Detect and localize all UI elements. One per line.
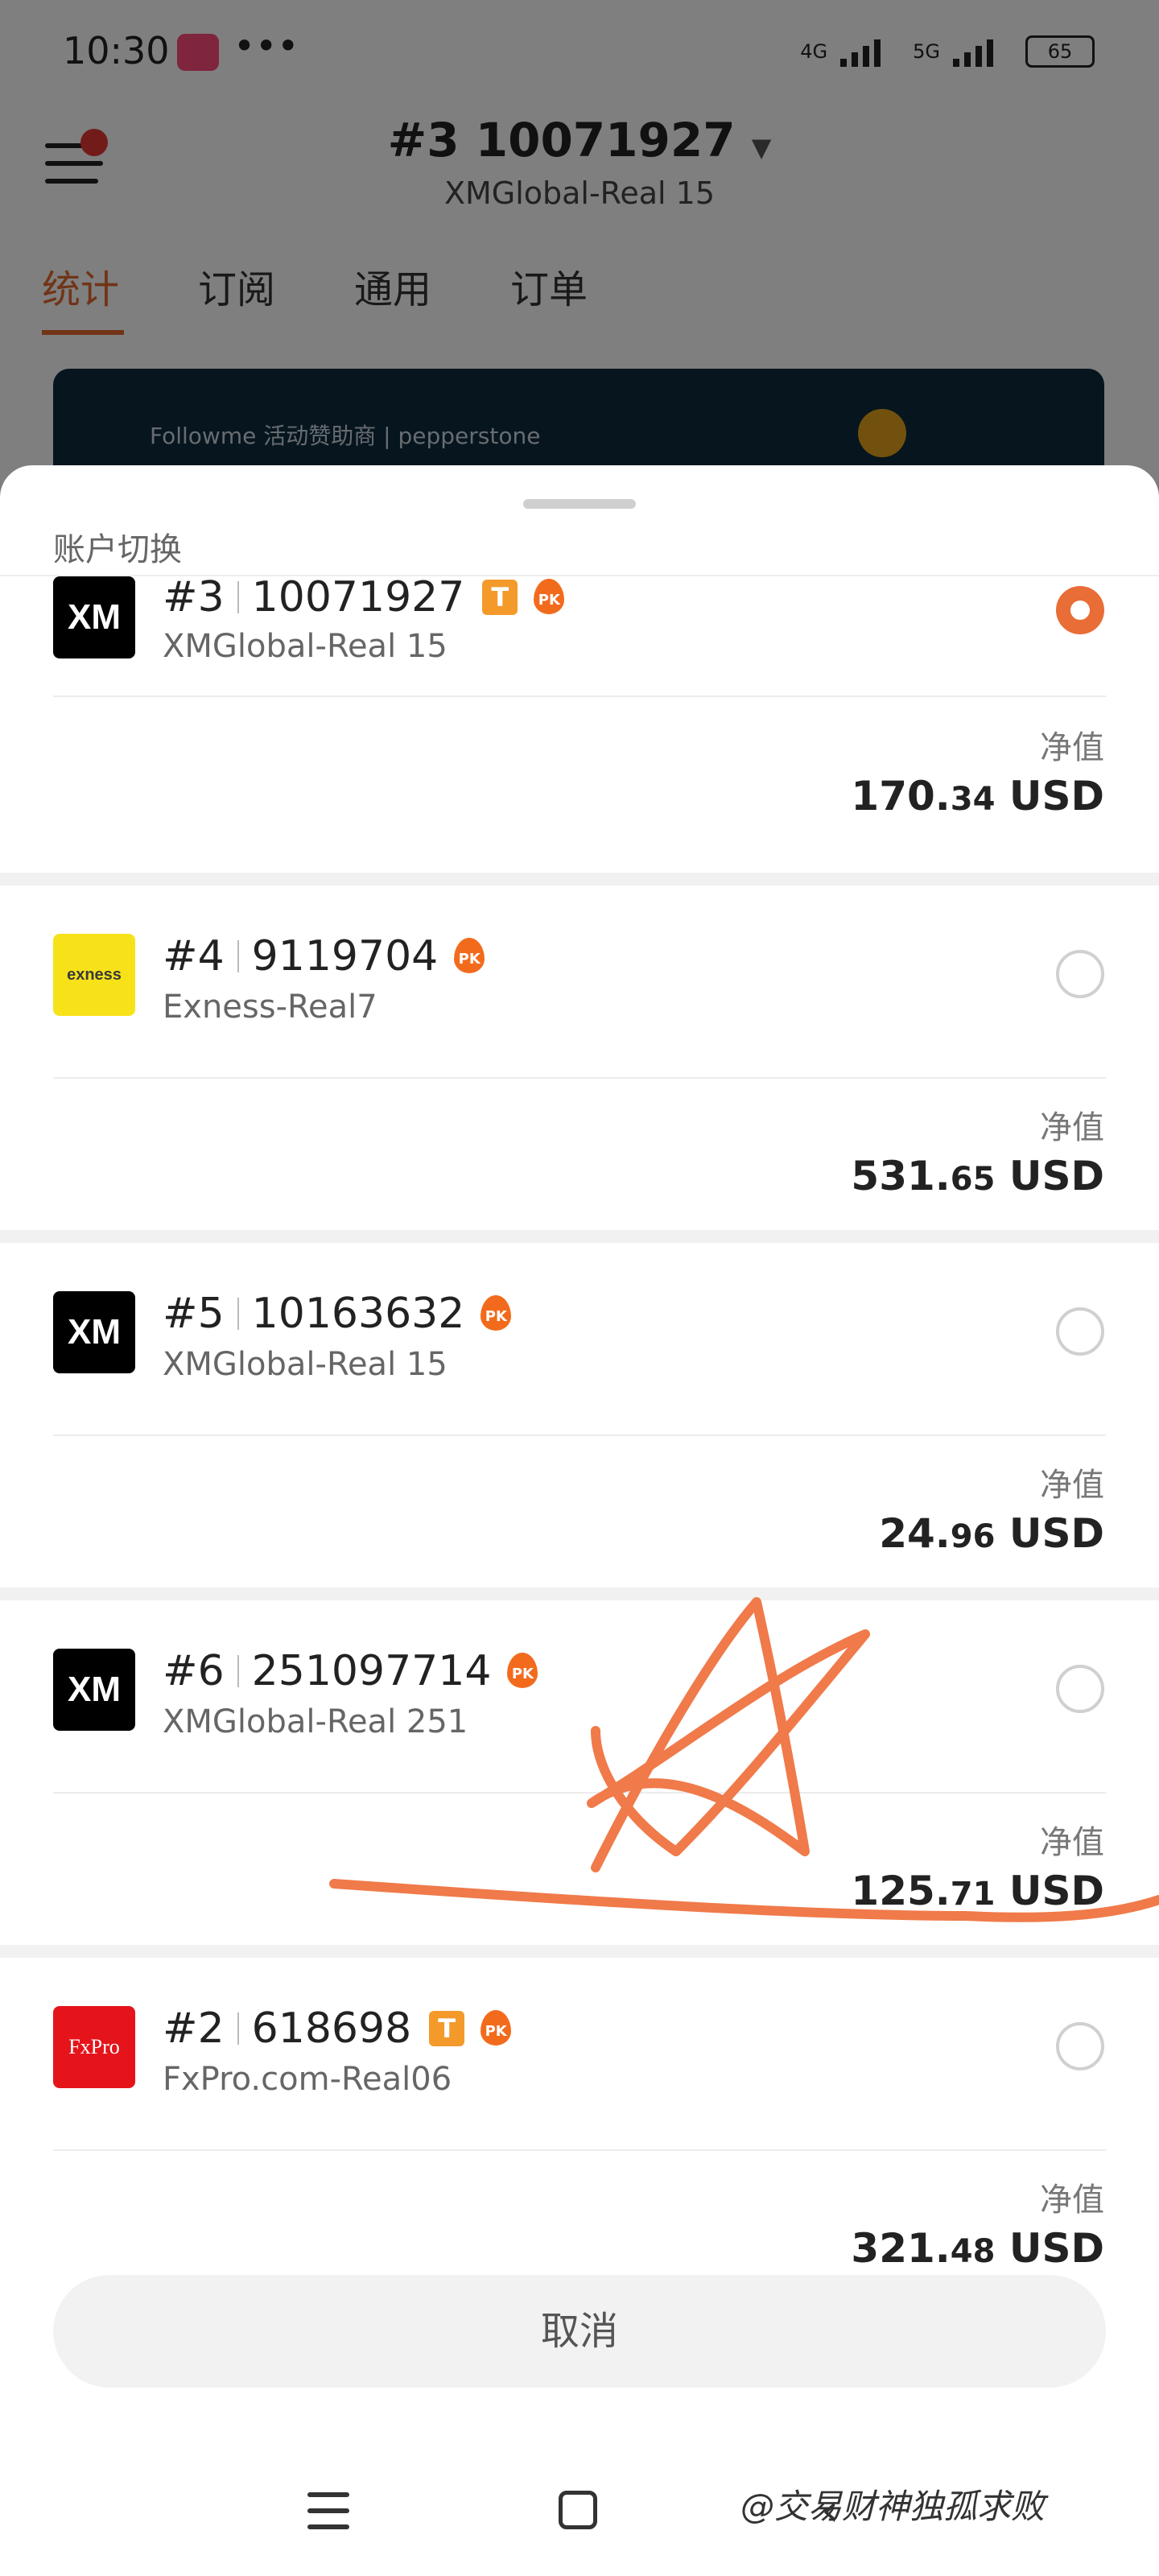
pk-fire-icon: PK: [532, 579, 566, 616]
xm-logo-icon: XM: [53, 1291, 135, 1373]
account-server: FxPro.com-Real06: [163, 2061, 452, 2098]
fxpro-logo-icon: FxPro: [53, 2006, 135, 2088]
watermark-text: @交易财神独孤求败: [740, 2487, 1046, 2526]
account-radio[interactable]: [1056, 1307, 1104, 1356]
sheet-drag-handle[interactable]: [523, 499, 636, 509]
account-card[interactable]: exness #4 9119704 PK Exness-Real7 净值 531.…: [0, 886, 1159, 1230]
account-index: #6: [163, 1647, 225, 1695]
account-server: XMGlobal-Real 251: [163, 1703, 468, 1740]
net-value-label: 净值: [1040, 2182, 1104, 2219]
divider: [53, 1077, 1106, 1079]
net-value: 24.96 USD: [879, 1510, 1104, 1557]
t-badge-icon: T: [482, 580, 518, 615]
account-number: #4 9119704 PK: [163, 932, 486, 980]
account-card[interactable]: XM #5 10163632 PK XMGlobal-Real 15 净值 24.…: [0, 1243, 1159, 1587]
sheet-title: 账户切换: [53, 531, 182, 568]
xm-logo-icon: XM: [53, 1649, 135, 1731]
home-icon[interactable]: [559, 2491, 597, 2529]
account-number: #5 10163632 PK: [163, 1290, 513, 1338]
account-radio[interactable]: [1056, 1665, 1104, 1713]
account-card[interactable]: XM #6 251097714 PK XMGlobal-Real 251 净值 1…: [0, 1600, 1159, 1945]
net-value: 321.48 USD: [851, 2225, 1104, 2272]
recent-apps-icon[interactable]: [307, 2492, 349, 2529]
net-value: 531.65 USD: [851, 1153, 1104, 1199]
divider: [53, 2149, 1106, 2151]
account-card[interactable]: XM #3 10071927 T PK XMGlobal-Real 15 净值 1…: [0, 573, 1159, 873]
account-index: #5: [163, 1290, 225, 1338]
account-id: 10071927: [251, 573, 465, 621]
account-radio[interactable]: [1056, 950, 1104, 998]
account-radio[interactable]: [1056, 2022, 1104, 2070]
account-server: XMGlobal-Real 15: [163, 1346, 448, 1383]
account-number: #3 10071927 T PK: [163, 573, 566, 621]
net-value-label: 净值: [1040, 729, 1104, 766]
t-badge-icon: T: [429, 2011, 465, 2046]
account-radio-selected[interactable]: [1056, 586, 1104, 634]
pk-fire-icon: PK: [479, 2010, 513, 2047]
account-id: 9119704: [251, 932, 439, 980]
pk-fire-icon: PK: [505, 1653, 539, 1690]
pk-fire-icon: PK: [479, 1295, 513, 1332]
background-app: 10:30 ••• 4G 5G 65 #3 10071927 ▼ XMGloba…: [0, 0, 1159, 483]
account-switch-sheet: 账户切换 XM #3 10071927 T PK XMGlobal-Real 15…: [0, 465, 1159, 2576]
net-value: 125.71 USD: [851, 1868, 1104, 1914]
account-list: XM #3 10071927 T PK XMGlobal-Real 15 净值 1…: [0, 573, 1159, 2302]
account-index: #2: [163, 2004, 225, 2053]
net-value: 170.34 USD: [851, 773, 1104, 819]
xm-logo-icon: XM: [53, 576, 135, 658]
divider: [53, 696, 1106, 697]
net-value-label: 净值: [1040, 1824, 1104, 1861]
account-card[interactable]: FxPro #2 618698 T PK FxPro.com-Real06 净值 …: [0, 1958, 1159, 2302]
account-number: #2 618698 T PK: [163, 2004, 513, 2053]
account-server: Exness-Real7: [163, 989, 377, 1026]
divider: [53, 1435, 1106, 1436]
modal-dim-overlay[interactable]: [0, 0, 1159, 483]
net-value-label: 净值: [1040, 1467, 1104, 1504]
cancel-button[interactable]: 取消: [53, 2275, 1106, 2388]
account-index: #4: [163, 932, 225, 980]
divider: [53, 1792, 1106, 1794]
account-id: 10163632: [251, 1290, 465, 1338]
account-id: 251097714: [251, 1647, 492, 1695]
exness-logo-icon: exness: [53, 934, 135, 1016]
net-value-label: 净值: [1040, 1109, 1104, 1146]
account-index: #3: [163, 573, 225, 621]
pk-fire-icon: PK: [452, 938, 486, 975]
account-number: #6 251097714 PK: [163, 1647, 539, 1695]
account-id: 618698: [251, 2004, 412, 2053]
account-server: XMGlobal-Real 15: [163, 628, 448, 665]
